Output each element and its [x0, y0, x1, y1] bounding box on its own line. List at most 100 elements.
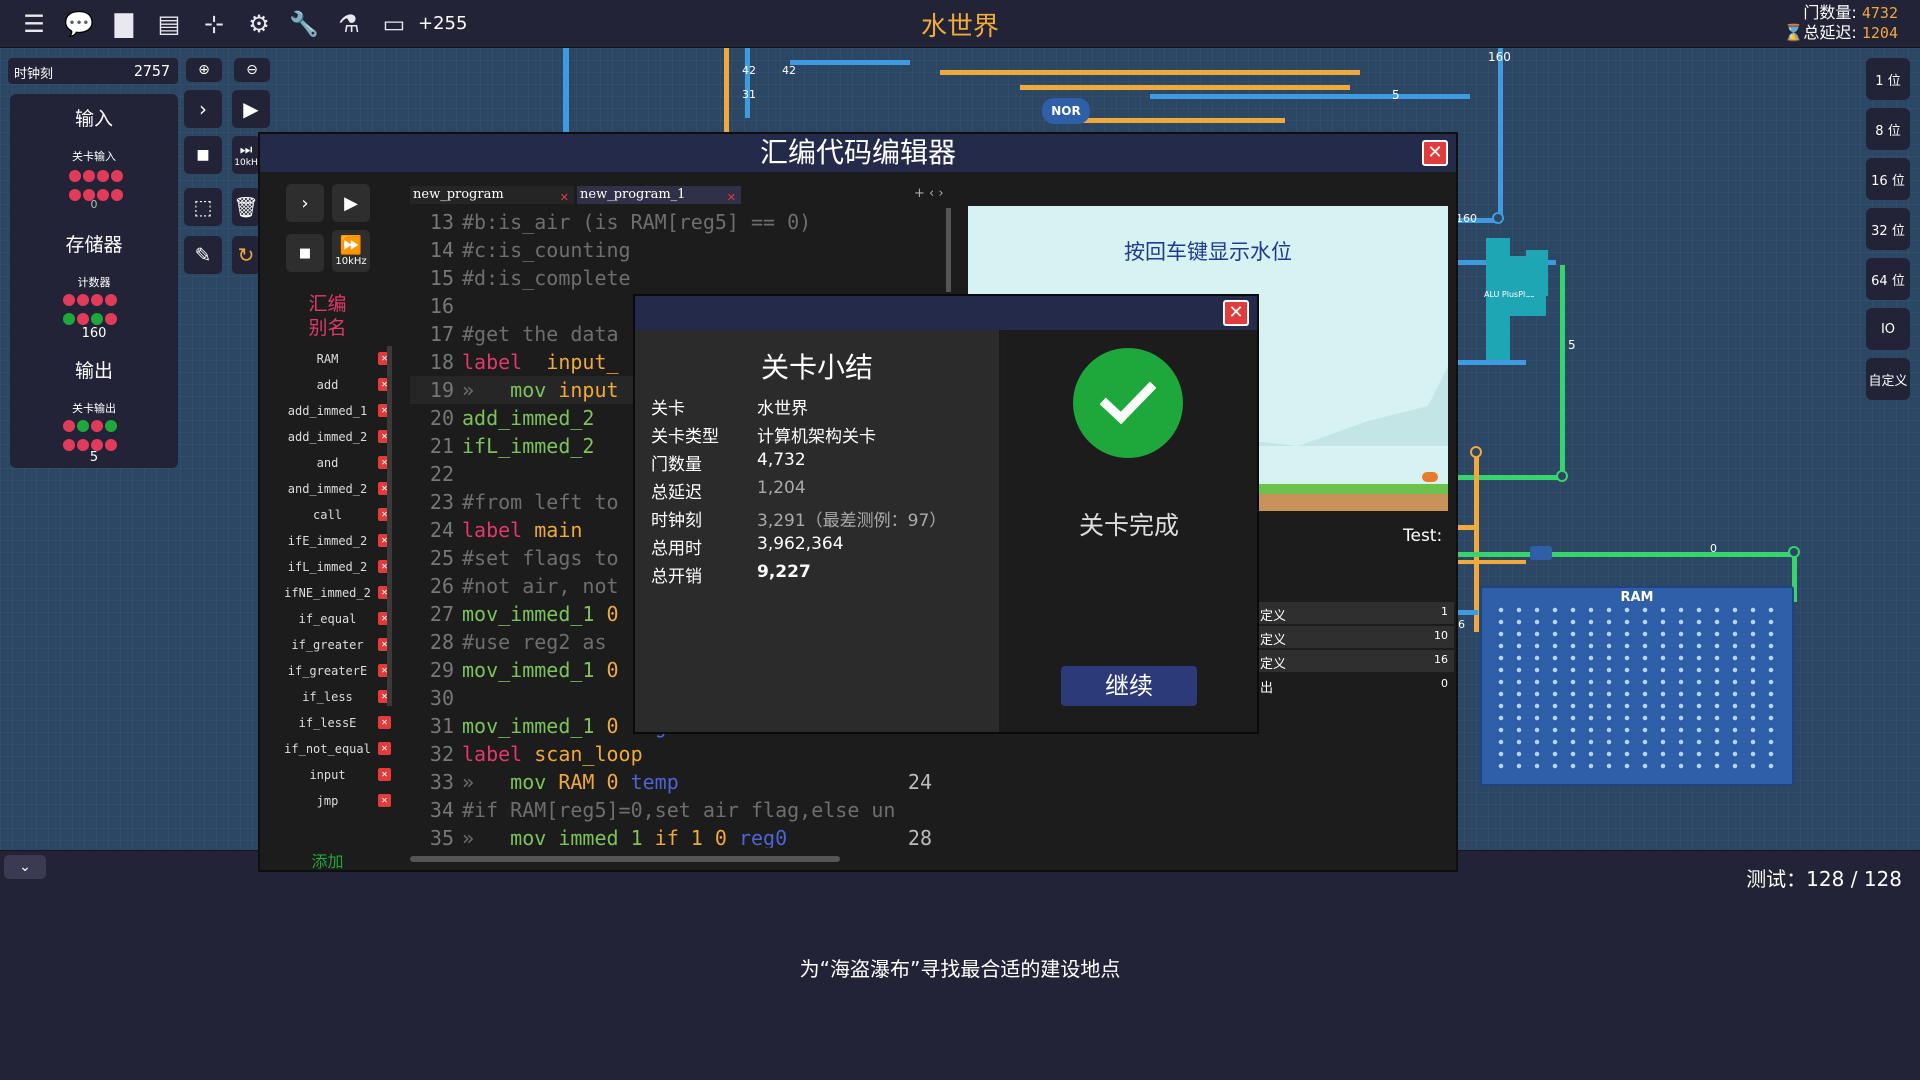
code-line[interactable]: 14 #c:is_counting — [410, 236, 940, 264]
stop-icon[interactable]: ■ — [286, 234, 324, 272]
alias-item[interactable]: if_not_equal ✕ — [260, 736, 395, 762]
alias-item[interactable]: and ✕ — [260, 450, 395, 476]
refresh-icon[interactable]: ↻ — [232, 236, 260, 274]
pencil-icon[interactable]: ✎ — [184, 236, 222, 274]
bits-8-button[interactable]: 8 位 — [1866, 108, 1910, 150]
code-line[interactable]: 13 #b:is_air (is RAM[reg5] == 0) — [410, 208, 940, 236]
wire-label: 5 — [1568, 338, 1576, 352]
custom-button[interactable]: 自定义 — [1866, 358, 1910, 400]
gate-count-value: 4732 — [1861, 4, 1898, 22]
close-icon[interactable]: ✕ — [1422, 140, 1448, 166]
add-button[interactable]: 添加 — [260, 848, 395, 872]
alias-item[interactable]: call ✕ — [260, 502, 395, 528]
chevron-down-icon[interactable]: ⌄ — [4, 855, 46, 879]
alias-label: if_greater — [291, 638, 364, 652]
zoom-in-icon[interactable]: ⊕ — [186, 58, 222, 82]
stop-icon[interactable]: ■ — [184, 136, 222, 174]
code-h-scrollbar[interactable] — [410, 856, 840, 862]
alias-item[interactable]: add ✕ — [260, 372, 395, 398]
bits-1-button[interactable]: 1 位 — [1866, 58, 1910, 100]
nor-gate[interactable]: NOR — [1042, 98, 1090, 124]
remove-alias-icon[interactable]: ✕ — [378, 716, 391, 729]
hdd-icon[interactable]: ▭ — [378, 8, 410, 40]
close-icon[interactable]: ✕ — [1223, 300, 1249, 326]
alias-item[interactable]: jmp ✕ — [260, 788, 395, 814]
gear-icon[interactable]: ⚙ — [243, 8, 275, 40]
alu-component[interactable] — [1486, 238, 1510, 360]
alias-label: add_immed_2 — [287, 430, 368, 444]
alu-component[interactable] — [1526, 250, 1548, 296]
bits-32-button[interactable]: 32 位 — [1866, 208, 1910, 250]
bits-16-button[interactable]: 16 位 — [1866, 158, 1910, 200]
alias-item[interactable]: if_equal ✕ — [260, 606, 395, 632]
menu-icon[interactable]: ☰ — [18, 8, 50, 40]
fast-forward-button[interactable]: ⏭ 10kH — [232, 136, 260, 174]
alias-item[interactable]: ifE_immed_2 ✕ — [260, 528, 395, 554]
play-icon[interactable]: ▶ — [232, 90, 270, 128]
remove-alias-icon[interactable]: ✕ — [378, 742, 391, 755]
hierarchy-icon[interactable]: ⊹ — [198, 8, 230, 40]
wire-label: 42 — [782, 64, 796, 77]
line-number: 16 — [429, 294, 454, 318]
step-forward-icon[interactable]: › — [184, 90, 222, 128]
remove-alias-icon[interactable]: ✕ — [378, 768, 391, 781]
wire-label: 42 — [742, 64, 756, 77]
level-summary-dialog: ✕ 关卡小结 关卡 水世界 关卡类型 计算机架构关卡 门数量 4,732 总延迟 1,2… — [633, 294, 1259, 734]
code-line[interactable]: 33 » mov RAM 0 temp 24 — [410, 768, 940, 796]
code-token: temp — [618, 770, 679, 794]
close-tab-icon[interactable]: ✕ — [560, 189, 569, 207]
line-number: 18 — [429, 350, 454, 374]
play-icon[interactable]: ▶ — [332, 184, 370, 222]
small-component[interactable] — [1530, 546, 1552, 560]
continue-button[interactable]: 继续 — [1061, 666, 1197, 706]
wire-label: 160 — [1456, 212, 1477, 225]
tab-controls[interactable]: + ‹ › — [914, 186, 944, 201]
side-heading-asm: 汇编 — [308, 293, 347, 315]
select-icon[interactable]: ⬚ — [184, 188, 222, 226]
remove-alias-icon[interactable]: ✕ — [378, 794, 391, 807]
alias-item[interactable]: add_immed_2 ✕ — [260, 424, 395, 450]
alias-item[interactable]: if_greaterE ✕ — [260, 658, 395, 684]
alias-item[interactable]: if_less ✕ — [260, 684, 395, 710]
alias-item[interactable]: add_immed_1 ✕ — [260, 398, 395, 424]
step-forward-icon[interactable]: › — [286, 184, 324, 222]
zoom-out-icon[interactable]: ⊖ — [234, 58, 270, 82]
wire — [563, 48, 569, 133]
code-line[interactable]: 32 label scan_loop — [410, 740, 940, 768]
alias-scrollbar[interactable] — [387, 346, 392, 706]
wrench-icon[interactable]: 🔧 — [288, 8, 320, 40]
counter-component[interactable] — [62, 292, 126, 330]
code-line[interactable]: 15 #d:is_complete — [410, 264, 940, 292]
alias-item[interactable]: and_immed_2 ✕ — [260, 476, 395, 502]
alias-item[interactable]: if_greater ✕ — [260, 632, 395, 658]
code-token: 0 — [594, 714, 619, 738]
line-number: 19 — [429, 378, 454, 402]
alias-item[interactable]: ifL_immed_2 ✕ — [260, 554, 395, 580]
alias-item[interactable]: RAM ✕ — [260, 346, 395, 372]
io-button[interactable]: IO — [1866, 308, 1910, 350]
alias-label: call — [313, 508, 342, 522]
chat-icon[interactable]: 💬 — [63, 8, 95, 40]
trash-icon[interactable]: 🗑 — [232, 188, 260, 226]
book-icon[interactable]: ▤ — [153, 8, 185, 40]
alias-item[interactable]: input ✕ — [260, 762, 395, 788]
flask-icon[interactable]: ⚗ — [333, 8, 365, 40]
level-input-label: 关卡输入 — [72, 150, 116, 163]
alias-label: if_not_equal — [284, 742, 371, 756]
line-number: 20 — [429, 406, 454, 430]
bits-64-button[interactable]: 64 位 — [1866, 258, 1910, 300]
tab-new-program[interactable]: new_program ✕ — [410, 186, 574, 204]
code-line[interactable]: 35 » mov_immed_1 if_1 0 reg0 28 — [410, 824, 940, 848]
code-scrollbar[interactable] — [946, 208, 951, 292]
tab-new-program-1[interactable]: new_program_1 ✕ — [577, 186, 741, 204]
alias-item[interactable]: if_lessE ✕ — [260, 710, 395, 736]
document-icon[interactable]: ▇ — [108, 8, 140, 40]
code-line[interactable]: 34 #if RAM[reg5]=0,set air flag,else un — [410, 796, 940, 824]
code-token: main — [522, 518, 583, 542]
fast-forward-button[interactable]: ⏩ 10kHz — [332, 230, 370, 272]
ram-component[interactable]: RAM — [1480, 586, 1794, 786]
alias-label: and — [316, 456, 339, 470]
line-number: 25 — [429, 546, 454, 570]
alias-item[interactable]: ifNE_immed_2 ✕ — [260, 580, 395, 606]
close-tab-icon[interactable]: ✕ — [727, 189, 736, 207]
